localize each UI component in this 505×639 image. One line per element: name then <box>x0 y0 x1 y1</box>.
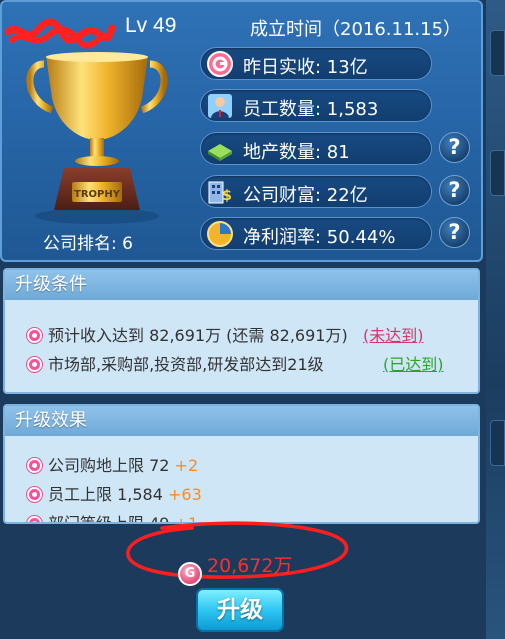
right-side-rail <box>486 0 505 639</box>
pink-bullet-icon <box>27 487 42 502</box>
coin-icon: G <box>178 562 202 586</box>
effect-row: 公司购地上限 72 +2 <box>27 452 199 475</box>
trophy-icon: TROPHY <box>26 52 168 224</box>
income-icon <box>207 51 233 77</box>
effect-text: 员工上限 1,584 <box>48 485 163 504</box>
wealth-icon: $ <box>208 181 232 204</box>
stat-wealth: $ 公司财富: 22亿 <box>200 175 432 208</box>
condition-row: 预计收入达到 82,691万 (还需 82,691万) <box>27 322 348 345</box>
effects-title: 升级效果 <box>5 406 478 436</box>
stat-text: 昨日实收: 13亿 <box>243 57 368 78</box>
upgrade-effects-panel: 升级效果 公司购地上限 72 +2 员工上限 1,584 +63 部门等级上限 … <box>3 404 480 524</box>
help-button-land[interactable]: ? <box>439 132 470 163</box>
condition-text: 市场部,采购部,投资部,研发部达到21级 <box>48 355 324 374</box>
side-tab[interactable] <box>490 30 505 76</box>
company-level: Lv 49 <box>125 14 177 37</box>
conditions-title: 升级条件 <box>5 270 478 300</box>
stat-text: 净利润率: 50.44% <box>243 227 396 248</box>
upgrade-cost: G 20,672万 <box>178 551 293 586</box>
land-icon <box>208 144 232 161</box>
profit-icon <box>207 221 233 247</box>
trophy-plate-label: TROPHY <box>74 189 121 200</box>
stat-text: 地产数量: 81 <box>243 142 350 163</box>
stat-land: 地产数量: 81 <box>200 132 432 165</box>
pink-bullet-icon <box>27 516 42 522</box>
employee-icon <box>208 94 232 118</box>
cost-amount: 20,672万 <box>207 555 293 577</box>
redaction-scribble <box>4 18 116 49</box>
pink-bullet-icon <box>27 458 42 473</box>
condition-status-met[interactable]: (已达到) <box>383 351 444 375</box>
pink-bullet-icon <box>27 357 42 372</box>
condition-row: 市场部,采购部,投资部,研发部达到21级 <box>27 351 324 374</box>
player-name-redacted <box>4 12 116 49</box>
effect-increase: +63 <box>168 485 202 504</box>
effect-row: 员工上限 1,584 +63 <box>27 481 202 504</box>
effect-increase: +2 <box>174 456 199 475</box>
pink-bullet-icon <box>27 328 42 343</box>
side-tab[interactable] <box>490 150 505 196</box>
effect-text: 公司购地上限 72 <box>48 456 170 475</box>
company-rank: 公司排名: 6 <box>43 234 133 254</box>
stat-text: 员工数量: 1,583 <box>243 99 379 120</box>
upgrade-button[interactable]: 升级 <box>196 588 284 632</box>
svg-text:$: $ <box>222 188 232 204</box>
help-button-wealth[interactable]: ? <box>439 175 470 206</box>
stat-profit-margin: 净利润率: 50.44% <box>200 217 432 250</box>
founded-date: 成立时间（2016.11.15） <box>250 19 462 40</box>
side-tab[interactable] <box>490 420 505 466</box>
stat-text: 公司财富: 22亿 <box>243 185 368 206</box>
upgrade-conditions-panel: 升级条件 预计收入达到 82,691万 (还需 82,691万) (未达到) 市… <box>3 268 480 394</box>
help-button-profit[interactable]: ? <box>439 217 470 248</box>
stat-employees: 员工数量: 1,583 <box>200 89 432 122</box>
stat-yesterday-income: 昨日实收: 13亿 <box>200 47 432 80</box>
condition-text: 预计收入达到 82,691万 (还需 82,691万) <box>48 326 348 345</box>
condition-status-not-met[interactable]: (未达到) <box>363 322 424 346</box>
